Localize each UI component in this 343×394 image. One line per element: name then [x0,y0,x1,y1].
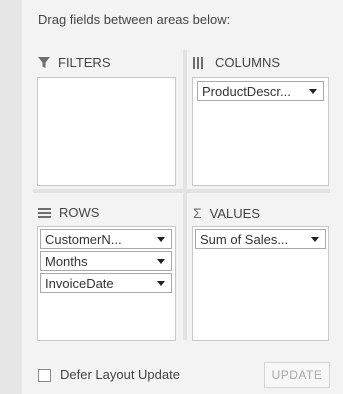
columns-drop-area[interactable]: ProductDescr... [192,77,329,186]
chevron-down-icon[interactable] [157,258,165,264]
row-field-invoice-date[interactable]: InvoiceDate [40,273,172,293]
values-drop-area[interactable]: Sum of Sales... [192,226,329,341]
chevron-down-icon[interactable] [157,236,165,242]
panel-left-edge [0,0,22,394]
values-label: VALUES [209,205,260,221]
defer-layout-label[interactable]: Defer Layout Update [60,367,180,382]
rows-header: ROWS [38,205,99,220]
columns-icon [193,56,207,69]
rows-drop-area[interactable]: CustomerN... Months InvoiceDate [37,226,176,341]
column-field-product-description[interactable]: ProductDescr... [197,81,324,101]
defer-layout-checkbox[interactable] [38,369,51,382]
funnel-icon [38,56,50,69]
column-field-label: ProductDescr... [202,83,291,99]
row-field-customer-name[interactable]: CustomerN... [40,229,172,249]
chevron-down-icon[interactable] [309,88,317,94]
row-field-months[interactable]: Months [40,251,172,271]
columns-header: COLUMNS [193,55,280,70]
area-splitter-vertical[interactable] [183,50,187,340]
value-field-label: Sum of Sales... [200,231,289,247]
row-field-label: Months [45,253,88,269]
row-field-label: CustomerN... [45,231,122,247]
row-field-label: InvoiceDate [45,275,114,291]
filters-drop-area[interactable] [37,77,176,186]
columns-label: COLUMNS [215,55,281,70]
update-button[interactable]: UPDATE [264,362,330,388]
filters-header: FILTERS [38,55,111,70]
filters-label: FILTERS [58,55,111,70]
sigma-icon: Σ [193,205,202,221]
values-header: Σ VALUES [193,205,260,221]
chevron-down-icon[interactable] [157,280,165,286]
drag-fields-hint: Drag fields between areas below: [38,12,231,27]
value-field-sum-of-sales[interactable]: Sum of Sales... [195,229,326,249]
chevron-down-icon[interactable] [311,236,319,242]
rows-icon [38,207,51,218]
area-splitter-horizontal[interactable] [33,189,330,193]
rows-label: ROWS [59,205,100,220]
